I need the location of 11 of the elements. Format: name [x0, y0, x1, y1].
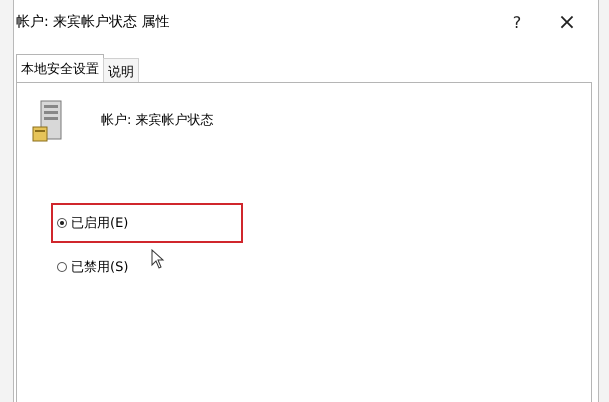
setting-label: 帐户: 来宾帐户状态: [101, 112, 214, 129]
radio-button[interactable]: [57, 218, 67, 228]
window-title: 帐户: 来宾帐户状态 属性: [16, 13, 170, 31]
radio-button[interactable]: [57, 262, 67, 272]
close-button[interactable]: ×: [542, 4, 592, 40]
tab[interactable]: 说明: [103, 58, 139, 82]
radio-option[interactable]: 已启用(E): [57, 214, 128, 232]
pointer-icon: [151, 249, 165, 269]
tab[interactable]: 本地安全设置: [16, 54, 104, 82]
help-button[interactable]: ?: [492, 4, 542, 40]
radio-option[interactable]: 已禁用(S): [57, 258, 128, 276]
